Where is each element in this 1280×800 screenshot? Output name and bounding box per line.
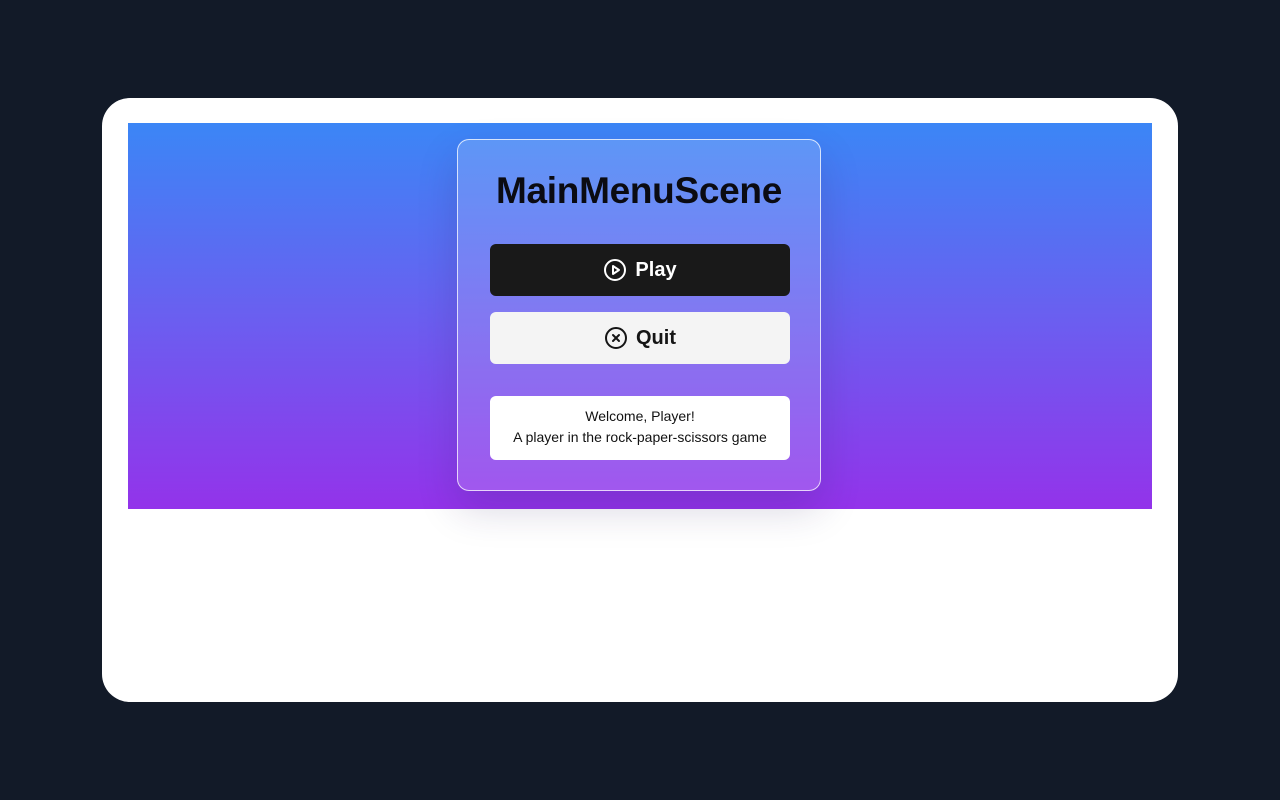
player-info-panel: Welcome, Player! A player in the rock-pa… bbox=[490, 396, 790, 460]
main-menu-card: MainMenuScene Play Quit Welcome, Player!… bbox=[457, 139, 821, 491]
play-button[interactable]: Play bbox=[490, 244, 790, 296]
quit-button[interactable]: Quit bbox=[490, 312, 790, 364]
play-button-label: Play bbox=[635, 258, 677, 281]
player-description: A player in the rock-paper-scissors game bbox=[513, 429, 767, 445]
app-frame: MainMenuScene Play Quit Welcome, Player!… bbox=[102, 98, 1178, 702]
close-circle-icon bbox=[604, 326, 628, 350]
welcome-text: Welcome, Player! bbox=[585, 408, 695, 424]
quit-button-label: Quit bbox=[636, 326, 676, 349]
scene-title: MainMenuScene bbox=[496, 170, 782, 211]
game-scene: MainMenuScene Play Quit Welcome, Player!… bbox=[128, 123, 1152, 509]
play-circle-icon bbox=[603, 258, 627, 282]
